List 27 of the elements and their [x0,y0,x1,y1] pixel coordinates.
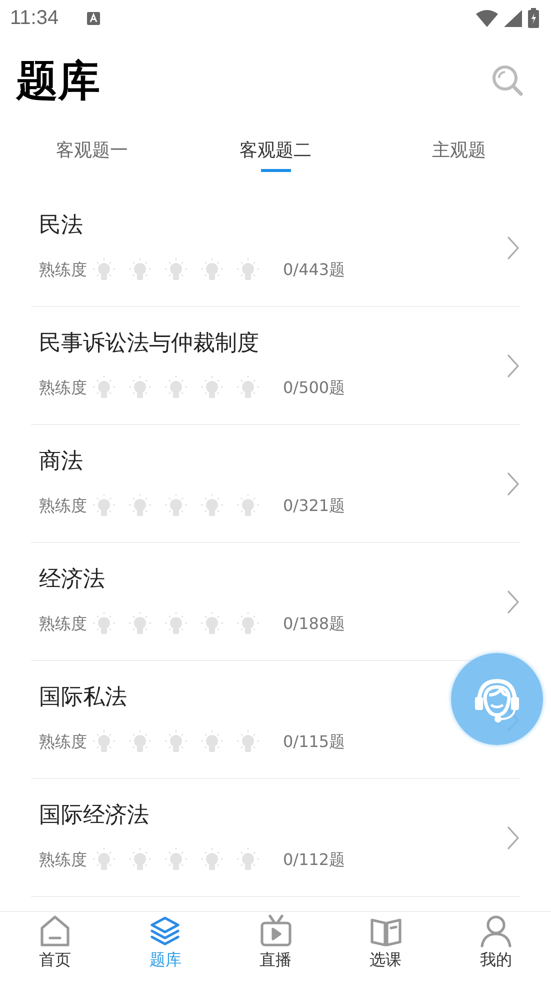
question-count: 0/188题 [283,614,346,635]
proficiency-label: 熟练度 [39,260,87,281]
proficiency-label: 熟练度 [39,732,87,753]
status-time: 11:34 [10,6,59,30]
page-title: 题库 [16,55,100,107]
nav-tab[interactable]: 直播 [220,912,331,981]
question-count: 0/115题 [283,732,346,753]
nav-tab[interactable]: 我的 [440,912,551,981]
proficiency-label: 熟练度 [39,496,87,517]
subject-name: 商法 [39,448,84,476]
nav-tab[interactable]: 首页 [0,912,110,981]
tab[interactable]: 客观题一 [0,126,184,174]
question-count: 0/443题 [283,260,346,281]
question-count: 0/321题 [283,496,346,517]
proficiency-label: 熟练度 [39,850,87,871]
question-count: 0/112题 [283,850,346,871]
tab[interactable]: 主观题 [367,126,551,174]
subject-name: 国际经济法 [39,802,150,830]
subject-name: 民事诉讼法与仲裁制度 [39,330,260,358]
proficiency-label: 熟练度 [39,614,87,635]
question-count: 0/500题 [283,378,346,399]
tab[interactable]: 客观题二 [184,126,368,174]
subject-name: 国际私法 [39,684,128,712]
subject-name: 民法 [39,212,84,240]
proficiency-label: 熟练度 [39,378,87,399]
subject-name: 经济法 [39,566,106,594]
nav-tab[interactable]: 选课 [330,912,441,981]
